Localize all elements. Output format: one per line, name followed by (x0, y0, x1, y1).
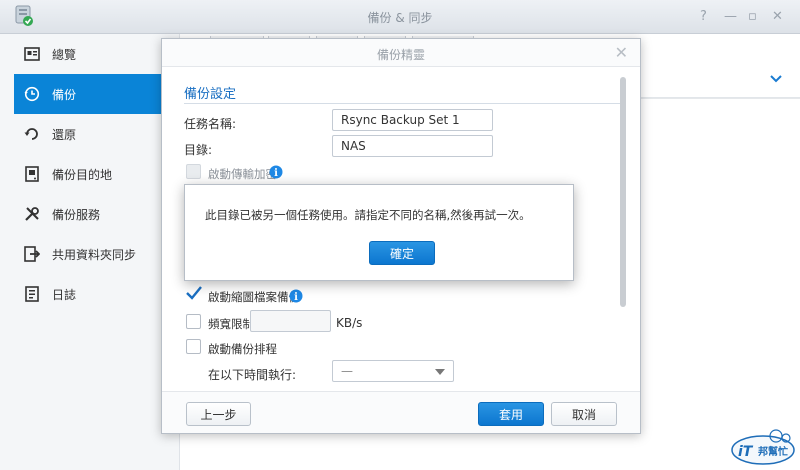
dropdown-arrow-icon (435, 369, 445, 375)
directory-input[interactable]: NAS (332, 135, 493, 157)
apply-button[interactable]: 套用 (478, 402, 544, 426)
scrollbar[interactable] (620, 77, 626, 307)
schedule-checkbox[interactable] (186, 339, 201, 354)
schedule-label: 在以下時間執行: (208, 368, 297, 382)
bandwidth-input[interactable] (250, 310, 331, 332)
divider (184, 103, 622, 104)
ithome-logo: iT 邦幫忙 (731, 429, 795, 465)
option-label: 啟動備份排程 (208, 342, 277, 356)
wizard-header: 備份精靈 ✕ (162, 39, 640, 67)
option-label: 啟動傳輸加密 (208, 167, 277, 181)
alert-message: 此目錄已被另一個任務使用。請指定不同的名稱,然後再試一次。 (205, 208, 531, 222)
schedule-select[interactable]: — (332, 360, 454, 382)
option-label: 啟動縮圖檔案備份 (208, 290, 300, 304)
alert-dialog: 此目錄已被另一個任務使用。請指定不同的名稱,然後再試一次。 確定 (184, 184, 574, 281)
schedule-select-value: — (341, 364, 353, 378)
svg-text:邦幫忙: 邦幫忙 (758, 445, 788, 458)
bandwidth-checkbox[interactable] (186, 314, 201, 329)
bandwidth-unit: KB/s (336, 316, 363, 330)
back-button[interactable]: 上一步 (186, 402, 251, 426)
wizard-footer: 上一步 套用 取消 (162, 391, 640, 433)
task-name-input[interactable]: Rsync Backup Set 1 (332, 109, 493, 131)
info-icon[interactable]: i (269, 165, 283, 179)
task-name-label: 任務名稱: (184, 117, 237, 131)
checkmark-icon[interactable] (185, 285, 203, 301)
svg-text:i: i (294, 292, 298, 303)
svg-text:iT: iT (738, 444, 754, 460)
svg-text:i: i (274, 168, 278, 179)
info-icon[interactable]: i (289, 289, 303, 303)
cancel-button[interactable]: 取消 (551, 402, 617, 426)
section-title: 備份設定 (184, 87, 237, 102)
close-icon[interactable]: ✕ (615, 43, 628, 62)
ok-button[interactable]: 確定 (369, 241, 435, 265)
wizard-title: 備份精靈 (376, 48, 425, 62)
encrypt-checkbox[interactable] (186, 164, 201, 179)
directory-label: 目錄: (184, 143, 213, 157)
option-label: 頻寬限制 (208, 317, 254, 331)
